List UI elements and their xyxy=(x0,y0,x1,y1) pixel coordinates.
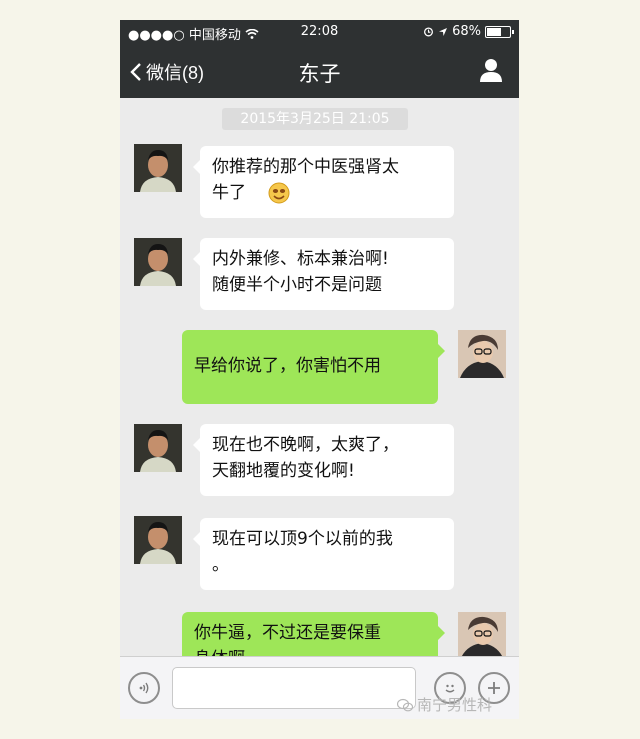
contact-avatar[interactable] xyxy=(134,238,182,286)
my-message-bubble[interactable]: 你牛逼，不过还是要保重 身体啊 xyxy=(182,612,445,656)
message-line-with-emoji: 牛了 xyxy=(212,180,442,206)
timestamp-badge: 2015年3月25日 21:05 xyxy=(222,108,408,130)
message-bubble[interactable]: 你推荐的那个中医强肾太 牛了 xyxy=(193,146,454,218)
watermark-text: 南宁男性科 xyxy=(417,696,493,714)
message-line: 你牛逼，不过还是要保重 xyxy=(194,623,381,643)
nav-bar: 微信(8) 东子 xyxy=(120,44,519,98)
message-line: 。 xyxy=(212,555,229,575)
location-arrow-icon xyxy=(439,27,448,36)
message-bubble[interactable]: 内外兼修、标本兼治啊! 随便半个小时不是问题 xyxy=(193,238,454,310)
status-right-group: 68% xyxy=(423,24,514,39)
watermark: 南宁男性科 xyxy=(397,694,492,715)
battery-fill xyxy=(487,27,501,36)
message-line: 早给你说了，你害怕不用 xyxy=(194,356,381,376)
avatar-image xyxy=(134,516,182,564)
my-avatar[interactable] xyxy=(458,612,506,656)
battery-percent: 68% xyxy=(452,24,481,39)
contact-avatar[interactable] xyxy=(134,144,182,192)
message-line: 你推荐的那个中医强肾太 xyxy=(212,157,399,177)
message-line: 内外兼修、标本兼治啊! xyxy=(212,249,389,269)
contact-avatar[interactable] xyxy=(134,516,182,564)
avatar-image xyxy=(134,424,182,472)
message-line: 牛了 xyxy=(212,183,246,203)
avatar-image xyxy=(458,330,506,378)
person-icon xyxy=(480,59,502,82)
emoji-icon xyxy=(268,182,290,204)
avatar-image xyxy=(458,612,506,656)
phone-screen: ●●●●○ 中国移动 22:08 68% 微信(8) 东子 2015年3月25日… xyxy=(120,20,519,719)
contact-profile-button[interactable] xyxy=(479,57,503,88)
message-line: 现在可以顶9个以前的我 xyxy=(212,529,393,549)
voice-button[interactable] xyxy=(128,672,160,704)
message-input[interactable] xyxy=(172,667,416,709)
voice-wave-icon xyxy=(139,682,149,694)
my-message-bubble[interactable]: 早给你说了，你害怕不用 xyxy=(182,330,445,404)
avatar-image xyxy=(134,238,182,286)
message-bubble[interactable]: 现在可以顶9个以前的我 。 xyxy=(193,518,454,590)
message-line: 随便半个小时不是问题 xyxy=(212,275,382,295)
watermark-logo-icon xyxy=(397,698,413,711)
chat-area[interactable]: 2015年3月25日 21:05 你推荐的那个中医强肾太 牛了 内外兼修、标本兼… xyxy=(120,98,519,656)
message-line: 现在也不晚啊，太爽了， xyxy=(212,435,399,455)
status-bar: ●●●●○ 中国移动 22:08 68% xyxy=(120,20,519,44)
contact-avatar[interactable] xyxy=(134,424,182,472)
chat-title: 东子 xyxy=(298,63,341,86)
alarm-icon xyxy=(424,27,434,37)
battery-icon xyxy=(485,25,514,38)
avatar-image xyxy=(134,144,182,192)
input-bar: 南宁男性科 xyxy=(120,656,519,719)
message-line: 天翻地覆的变化啊! xyxy=(212,461,355,481)
message-line: 身体啊 xyxy=(194,646,426,656)
message-bubble[interactable]: 现在也不晚啊，太爽了， 天翻地覆的变化啊! xyxy=(193,424,454,496)
my-avatar[interactable] xyxy=(458,330,506,378)
